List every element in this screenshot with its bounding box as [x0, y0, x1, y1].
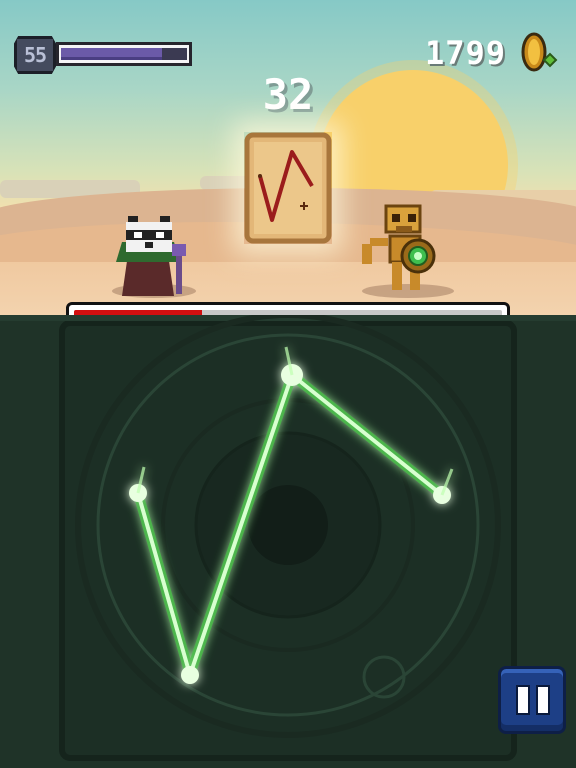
- hp-number: 55: [23, 43, 47, 67]
- game-screen: 55 1799 32: [0, 0, 576, 768]
- coin-count: 1799: [424, 34, 506, 72]
- stroke-node: [181, 666, 199, 684]
- player-hp-fill: [61, 48, 162, 60]
- pause-icon: [536, 685, 550, 715]
- raccoon-wizard: [116, 216, 186, 296]
- skeleton-warrior: [362, 204, 436, 290]
- pause-icon: [516, 685, 530, 715]
- rune-drawing-area[interactable]: [0, 315, 576, 768]
- countdown-timer: 32: [262, 70, 314, 119]
- hp-badge-icon: 55: [14, 36, 56, 74]
- rune-card: [244, 132, 332, 244]
- rune-drawing-board[interactable]: [0, 315, 576, 768]
- player-hp-bar: [56, 42, 192, 66]
- pause-button[interactable]: [498, 666, 566, 734]
